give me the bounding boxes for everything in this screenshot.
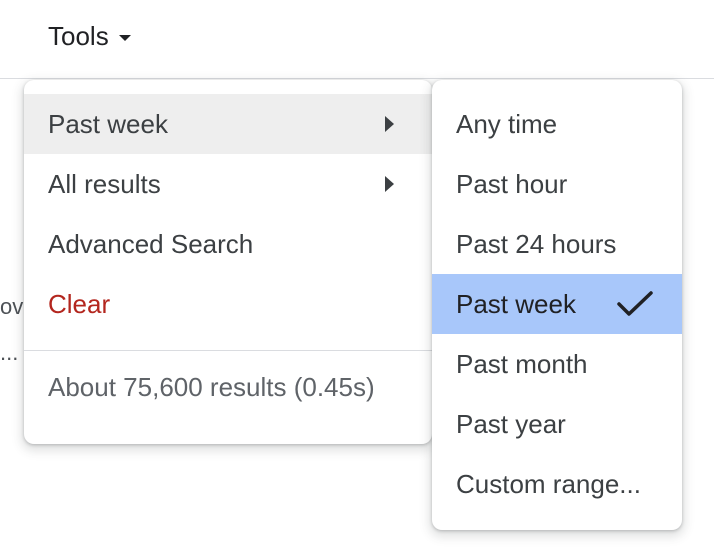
submenu-item-label: Custom range... xyxy=(456,468,641,499)
background-text-fragment: ov xyxy=(0,294,24,319)
menu-item-label: All results xyxy=(48,168,161,199)
time-range-submenu: Any time Past hour Past 24 hours Past we… xyxy=(432,80,682,530)
tools-label: Tools xyxy=(48,20,109,51)
chevron-right-icon xyxy=(385,116,394,132)
chevron-right-icon xyxy=(385,176,394,192)
submenu-item-label: Past hour xyxy=(456,168,568,199)
submenu-item-past-week[interactable]: Past week xyxy=(432,274,682,334)
submenu-item-past-hour[interactable]: Past hour xyxy=(432,154,682,214)
menu-item-advanced-search[interactable]: Advanced Search xyxy=(24,214,432,274)
submenu-item-label: Past month xyxy=(456,348,588,379)
caret-down-icon xyxy=(118,35,131,41)
submenu-item-label: Any time xyxy=(456,108,558,139)
menu-item-label: Past week xyxy=(48,108,168,139)
submenu-item-label: Past 24 hours xyxy=(456,228,617,259)
submenu-item-past-month[interactable]: Past month xyxy=(432,334,682,394)
submenu-item-custom-range[interactable]: Custom range... xyxy=(432,454,682,514)
submenu-item-past-year[interactable]: Past year xyxy=(432,394,682,454)
submenu-item-any-time[interactable]: Any time xyxy=(432,94,682,154)
menu-item-label: Advanced Search xyxy=(48,228,254,259)
tools-menu: Past week All results Advanced Search Cl… xyxy=(24,80,432,444)
submenu-item-past-24-hours[interactable]: Past 24 hours xyxy=(432,214,682,274)
header-divider xyxy=(0,78,714,79)
results-stats: About 75,600 results (0.45s) xyxy=(48,371,375,402)
tools-button[interactable]: Tools xyxy=(48,16,131,56)
checkmark-icon xyxy=(617,291,653,316)
background-text-fragment: ... xyxy=(0,340,19,365)
menu-item-past-week[interactable]: Past week xyxy=(24,94,432,154)
menu-item-label: Clear xyxy=(48,288,111,319)
menu-item-clear[interactable]: Clear xyxy=(24,274,432,334)
menu-item-all-results[interactable]: All results xyxy=(24,154,432,214)
submenu-item-label: Past year xyxy=(456,408,566,439)
